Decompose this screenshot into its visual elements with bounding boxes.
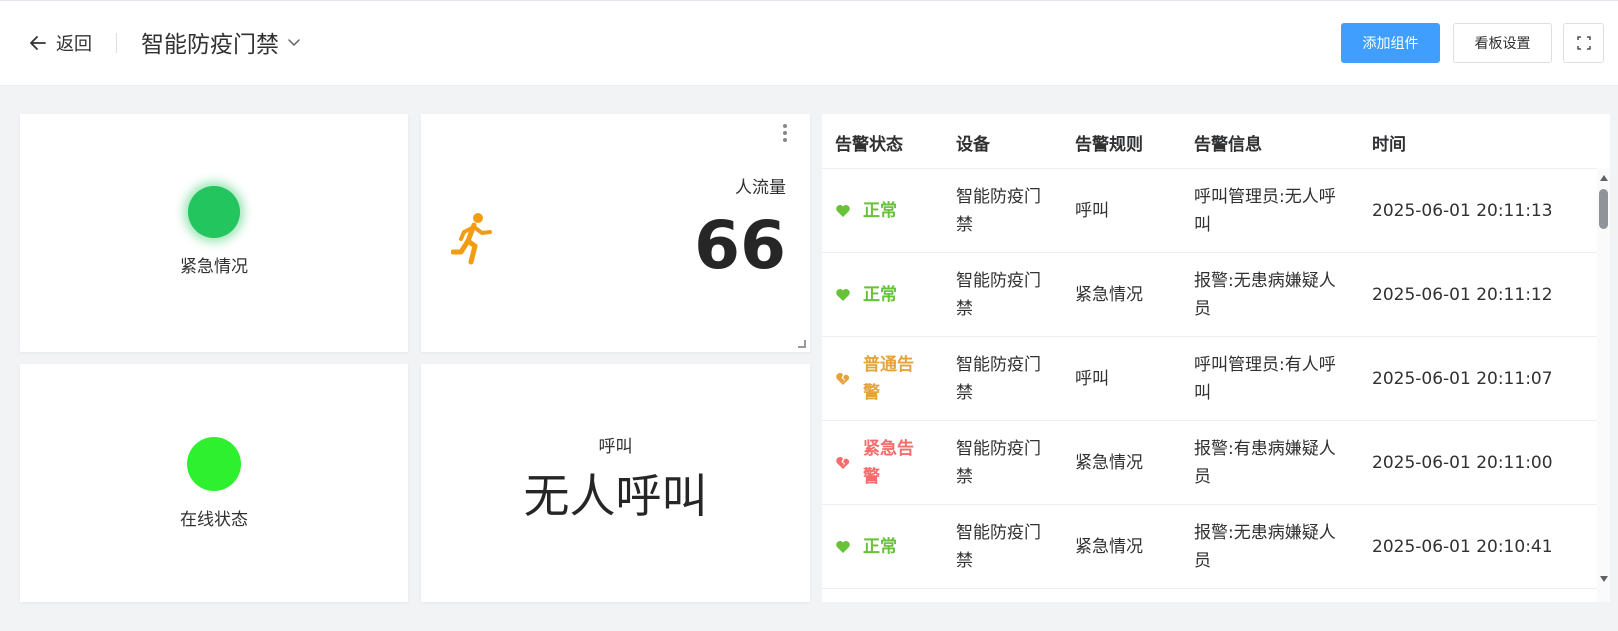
resize-handle[interactable] [798, 340, 806, 348]
status-cell: 正常 [835, 197, 923, 225]
status-cell: 紧急告警 [835, 435, 923, 491]
table-row[interactable]: 正常 智能防疫门禁 紧急情况 报警:无患病嫌疑人员 2025-06-01 20:… [822, 505, 1597, 589]
table-scrollbar[interactable] [1597, 169, 1610, 602]
rule-cell: 呼叫 [1075, 201, 1109, 221]
people-flow-widget[interactable]: 人流量 66 [421, 114, 810, 352]
info-cell: 报警:无患病嫌疑人员 [1194, 271, 1336, 319]
info-cell: 报警:无患病嫌疑人员 [1194, 523, 1336, 571]
rule-cell: 紧急情况 [1075, 537, 1143, 557]
column-header-status: 告警状态 [835, 135, 903, 155]
online-status-widget[interactable]: 在线状态 [20, 364, 408, 602]
call-value: 无人呼叫 [523, 469, 708, 523]
running-person-icon [451, 213, 492, 265]
heart-icon [836, 541, 850, 553]
broken-heart-icon [836, 457, 850, 469]
column-header-device: 设备 [956, 135, 990, 155]
column-header-info: 告警信息 [1194, 135, 1262, 155]
call-title: 呼叫 [598, 437, 633, 457]
table-row[interactable]: 正常 智能防疫门禁 紧急情况 报警:无患病嫌疑人员 2025-06-01 20:… [822, 253, 1597, 337]
info-cell: 报警:有患病嫌疑人员 [1194, 439, 1336, 487]
flow-title: 人流量 [735, 178, 786, 198]
broken-heart-icon [836, 373, 850, 385]
status-text: 普通告警 [863, 355, 914, 403]
header-divider [116, 33, 117, 53]
emergency-widget[interactable]: 紧急情况 [20, 114, 408, 352]
table-row[interactable]: 紧急告警 智能防疫门禁 紧急情况 报警:有患病嫌疑人员 2025-06-01 2… [822, 421, 1597, 505]
device-cell: 智能防疫门禁 [956, 271, 1041, 319]
device-cell: 智能防疫门禁 [956, 355, 1041, 403]
status-cell: 正常 [835, 281, 923, 309]
add-widget-button[interactable]: 添加组件 [1341, 23, 1440, 63]
top-header: 返回 智能防疫门禁 添加组件 看板设置 [0, 0, 1618, 86]
status-cell: 普通告警 [835, 351, 923, 407]
table-row[interactable]: 正常 智能防疫门禁 呼叫 呼叫管理员:无人呼叫 2025-06-01 20:11… [822, 169, 1597, 253]
arrow-left-icon [30, 36, 46, 50]
table-header: 告警状态 设备 告警规则 告警信息 时间 [822, 114, 1597, 169]
status-text: 紧急告警 [863, 439, 914, 487]
scroll-thumb[interactable] [1599, 189, 1608, 229]
device-cell: 智能防疫门禁 [956, 523, 1041, 571]
heart-icon [836, 289, 850, 301]
chevron-down-icon [288, 39, 300, 46]
column-header-time: 时间 [1372, 135, 1406, 155]
status-text: 正常 [863, 537, 897, 557]
online-indicator [187, 437, 241, 491]
board-title: 智能防疫门禁 [141, 32, 279, 58]
device-cell: 智能防疫门禁 [956, 187, 1041, 235]
time-cell: 2025-06-01 20:11:12 [1372, 285, 1553, 305]
board-selector[interactable]: 智能防疫门禁 [141, 25, 301, 59]
fullscreen-button[interactable] [1563, 23, 1604, 63]
more-options-icon[interactable] [782, 124, 788, 142]
column-header-rule: 告警规则 [1075, 135, 1143, 155]
board-settings-button[interactable]: 看板设置 [1453, 23, 1552, 63]
time-cell: 2025-06-01 20:11:00 [1372, 453, 1553, 473]
time-cell: 2025-06-01 20:10:41 [1372, 537, 1553, 557]
status-cell: 正常 [835, 533, 923, 561]
rule-cell: 呼叫 [1075, 369, 1109, 389]
scroll-up-arrow-icon[interactable] [1600, 175, 1608, 181]
info-cell: 呼叫管理员:无人呼叫 [1194, 187, 1336, 235]
time-cell: 2025-06-01 20:11:13 [1372, 201, 1553, 221]
emergency-label: 紧急情况 [180, 257, 248, 277]
table-row[interactable]: 普通告警 智能防疫门禁 呼叫 呼叫管理员:有人呼叫 2025-06-01 20:… [822, 337, 1597, 421]
rule-cell: 紧急情况 [1075, 453, 1143, 473]
rule-cell: 紧急情况 [1075, 285, 1143, 305]
back-button[interactable]: 返回 [28, 29, 92, 57]
online-label: 在线状态 [180, 510, 248, 530]
device-cell: 智能防疫门禁 [956, 439, 1041, 487]
info-cell: 呼叫管理员:有人呼叫 [1194, 355, 1336, 403]
alarm-table: 告警状态 设备 告警规则 告警信息 时间 正常 智能防疫门禁 呼叫 呼叫管理员:… [822, 114, 1610, 602]
back-label: 返回 [56, 34, 92, 55]
heart-icon [836, 205, 850, 217]
emergency-indicator [188, 186, 240, 238]
call-widget[interactable]: 呼叫 无人呼叫 [421, 364, 810, 602]
flow-value: 66 [694, 207, 786, 284]
status-text: 正常 [863, 285, 897, 305]
scroll-down-arrow-icon[interactable] [1600, 576, 1608, 582]
status-text: 正常 [863, 201, 897, 221]
time-cell: 2025-06-01 20:11:07 [1372, 369, 1553, 389]
fullscreen-icon [1576, 36, 1591, 50]
